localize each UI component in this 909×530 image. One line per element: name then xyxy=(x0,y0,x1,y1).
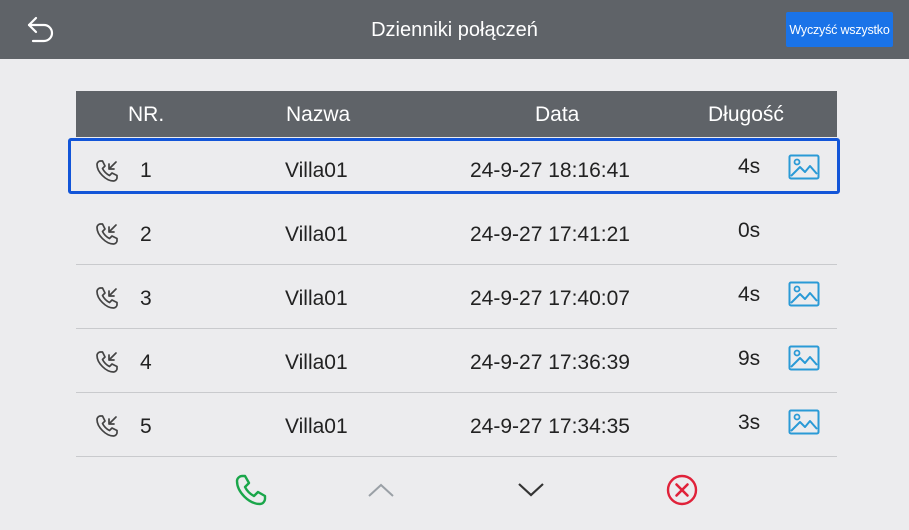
table-header: NR. Nazwa Data Długość xyxy=(76,91,837,137)
delete-circle-icon xyxy=(666,474,698,506)
phone-call-icon xyxy=(235,474,267,506)
row-number: 2 xyxy=(140,223,152,246)
call-button[interactable] xyxy=(226,465,276,515)
row-duration: 9s xyxy=(738,347,761,370)
bottom-toolbar xyxy=(0,465,909,520)
row-number: 3 xyxy=(140,287,152,310)
scroll-up-button[interactable] xyxy=(356,465,406,515)
row-date: 24-9-27 17:34:35 xyxy=(470,415,630,438)
row-duration: 0s xyxy=(738,219,761,242)
snapshot-image-icon[interactable] xyxy=(788,281,820,307)
row-duration: 4s xyxy=(738,155,761,178)
row-name: Villa01 xyxy=(285,287,348,310)
column-header-nr: NR. xyxy=(128,103,165,126)
incoming-call-icon xyxy=(94,285,120,311)
table-body: 1 Villa01 24-9-27 18:16:41 4s 2 Villa01 24-9-2… xyxy=(76,137,837,457)
row-date: 24-9-27 17:41:21 xyxy=(470,223,630,246)
back-arrow-icon xyxy=(27,16,54,43)
row-duration: 4s xyxy=(738,283,761,306)
snapshot-image-icon[interactable] xyxy=(788,345,820,371)
row-number: 4 xyxy=(140,351,152,374)
row-date: 24-9-27 17:40:07 xyxy=(470,287,630,310)
column-header-duration: Długość xyxy=(708,103,784,126)
snapshot-image-icon[interactable] xyxy=(788,409,820,435)
top-bar: Dzienniki połączeń Wyczyść wszystko xyxy=(0,0,909,59)
scroll-down-button[interactable] xyxy=(506,465,556,515)
row-duration: 3s xyxy=(738,411,761,434)
table-row[interactable]: 4 Villa01 24-9-27 17:36:39 9s xyxy=(76,329,837,393)
column-header-name: Nazwa xyxy=(286,103,351,126)
row-name: Villa01 xyxy=(285,351,348,374)
table-row[interactable]: 1 Villa01 24-9-27 18:16:41 4s xyxy=(76,137,837,201)
snapshot-image-icon[interactable] xyxy=(788,154,820,180)
row-date: 24-9-27 18:16:41 xyxy=(470,159,630,182)
row-name: Villa01 xyxy=(285,223,348,246)
table-row[interactable]: 5 Villa01 24-9-27 17:34:35 3s xyxy=(76,393,837,457)
incoming-call-icon xyxy=(94,221,120,247)
incoming-call-icon xyxy=(94,158,120,184)
row-number: 5 xyxy=(140,415,152,438)
delete-button[interactable] xyxy=(657,465,707,515)
page-title: Dzienniki połączeń xyxy=(371,19,538,41)
call-log-table: NR. Nazwa Data Długość 1 Villa01 24-9-27 1… xyxy=(76,91,837,457)
incoming-call-icon xyxy=(94,413,120,439)
column-header-date: Data xyxy=(535,103,580,126)
chevron-up-icon xyxy=(368,483,394,497)
row-name: Villa01 xyxy=(285,415,348,438)
row-date: 24-9-27 17:36:39 xyxy=(470,351,630,374)
table-row[interactable]: 3 Villa01 24-9-27 17:40:07 4s xyxy=(76,265,837,329)
table-row[interactable]: 2 Villa01 24-9-27 17:41:21 0s xyxy=(76,201,837,265)
row-name: Villa01 xyxy=(285,159,348,182)
back-button[interactable] xyxy=(20,10,60,50)
incoming-call-icon xyxy=(94,349,120,375)
chevron-down-icon xyxy=(518,483,544,497)
row-number: 1 xyxy=(140,159,152,182)
clear-all-button[interactable]: Wyczyść wszystko xyxy=(786,12,893,47)
